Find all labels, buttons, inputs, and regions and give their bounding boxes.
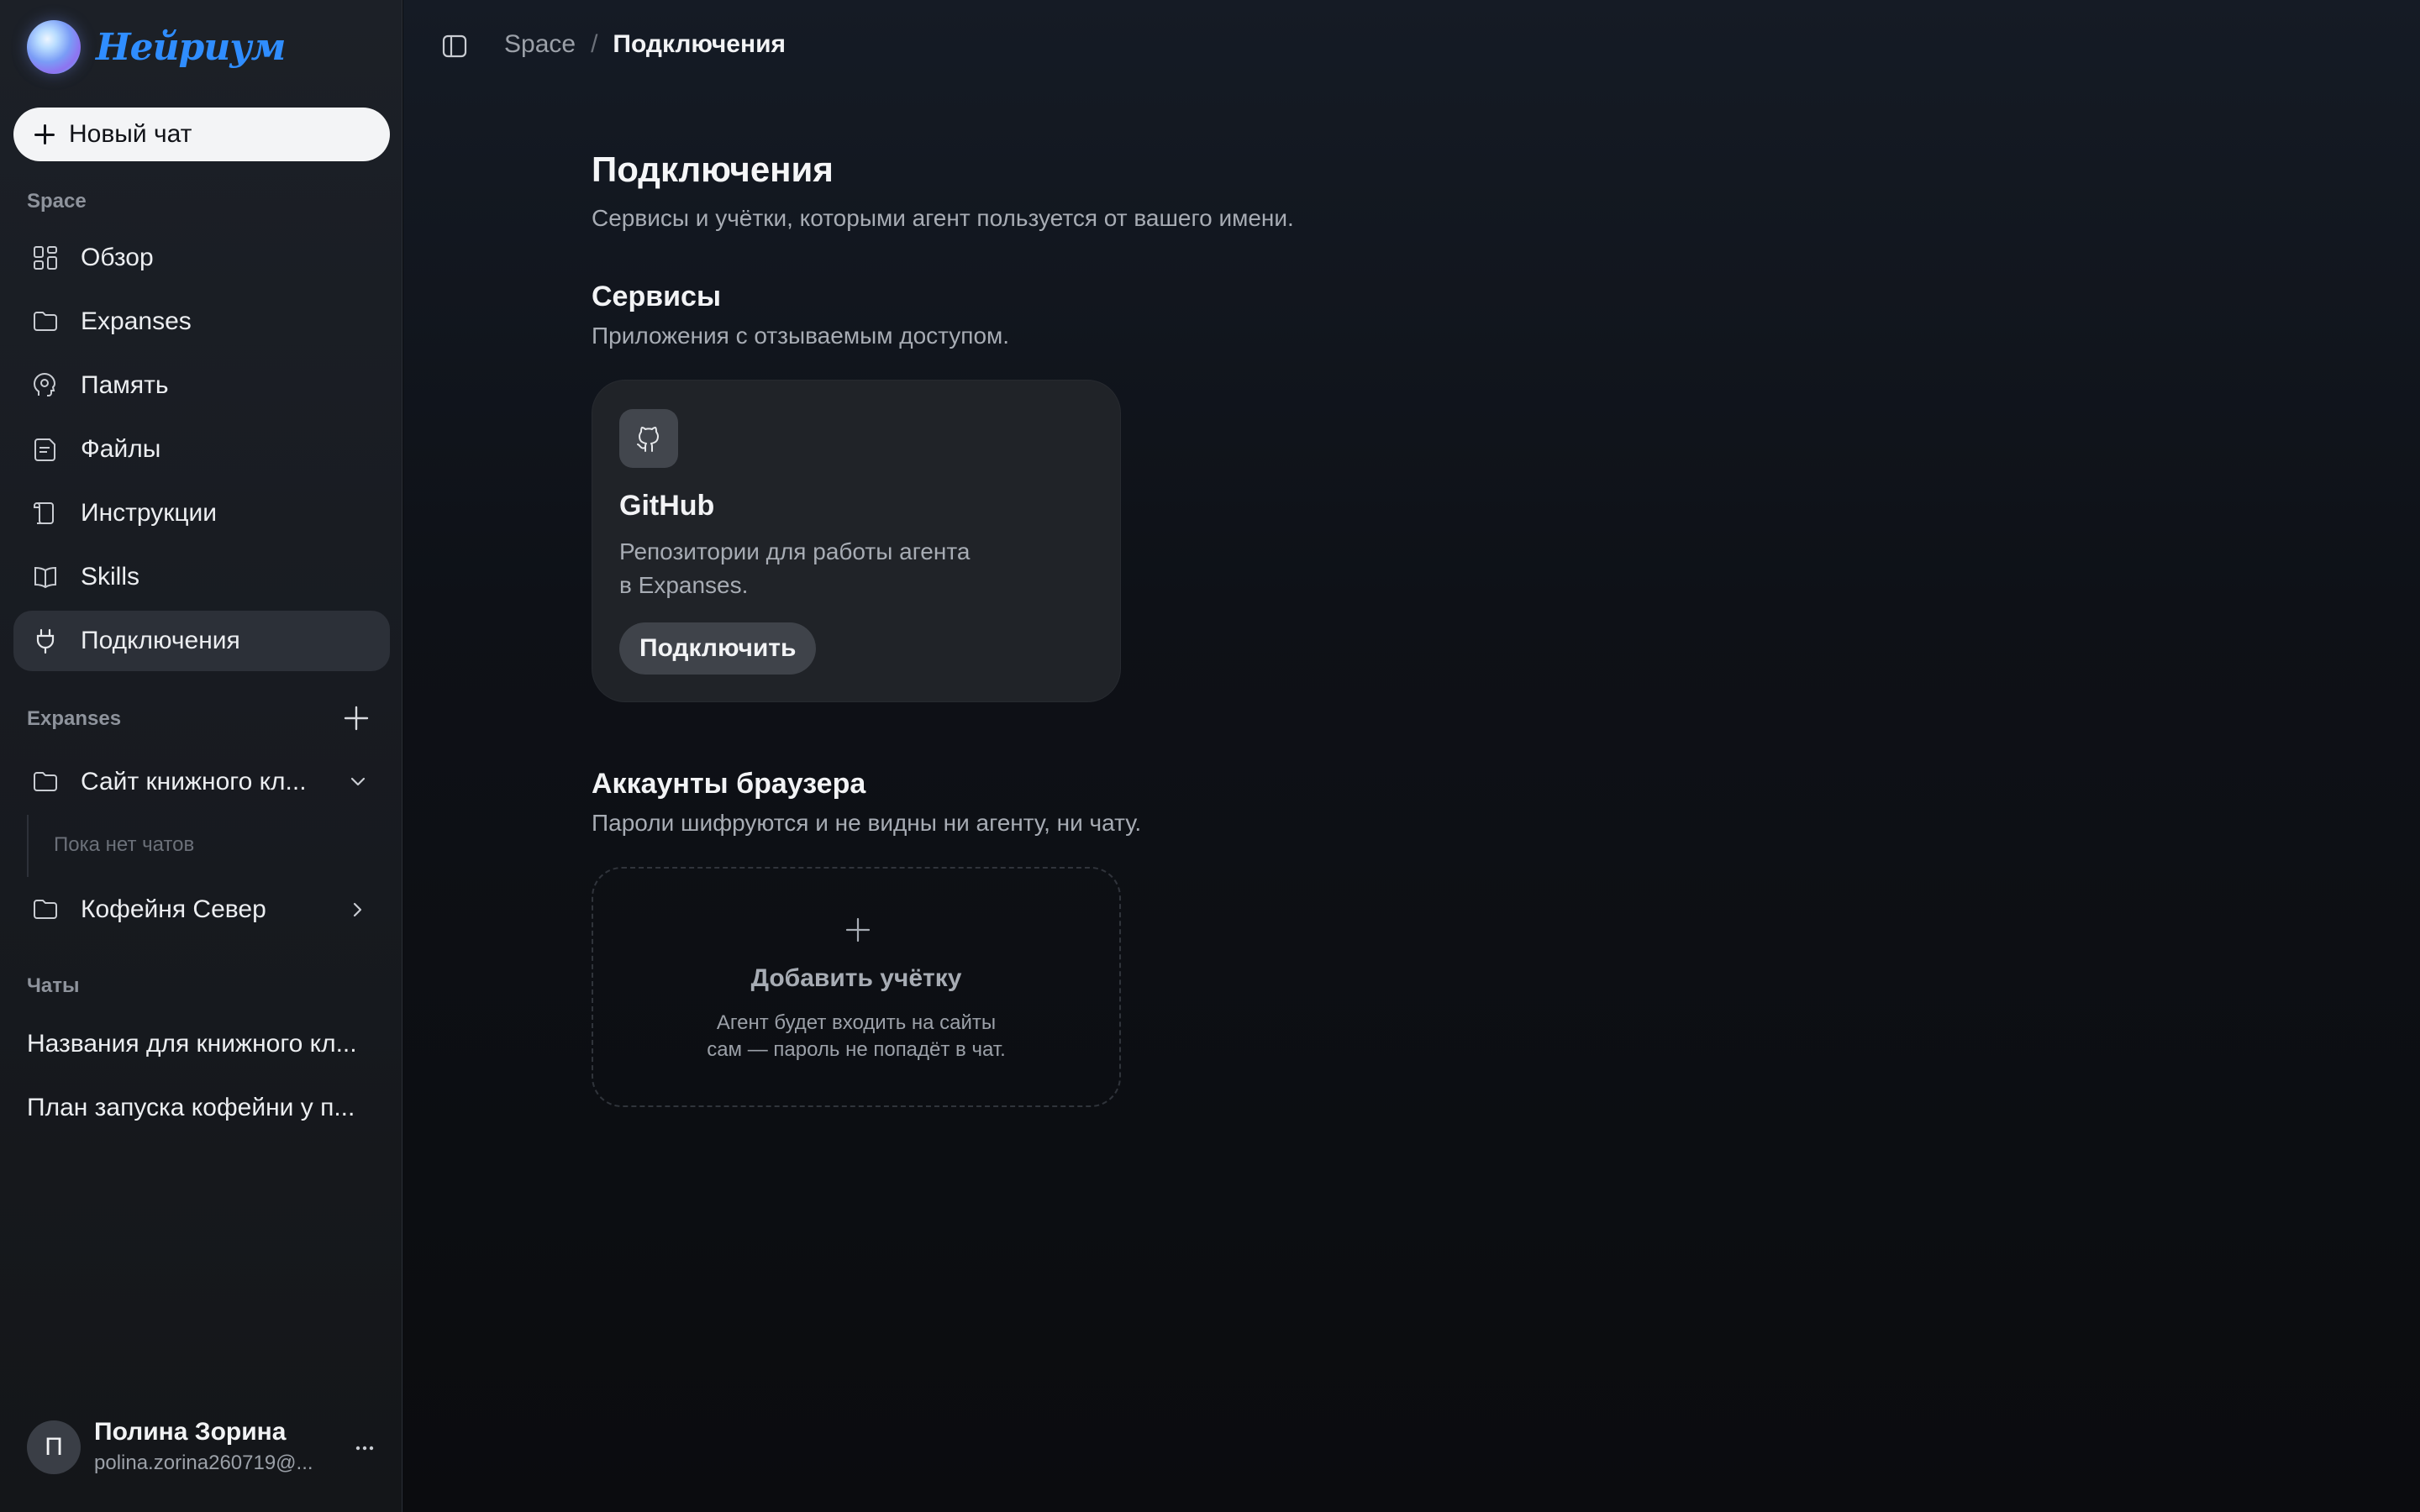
main-content: Space / Подключения Подключения Сервисы … xyxy=(403,0,2420,1512)
book-icon xyxy=(30,562,60,592)
sidebar-item-label: Обзор xyxy=(81,244,154,271)
sidebar-item-files[interactable]: Файлы xyxy=(13,419,390,480)
brand-logo[interactable]: Нейриум xyxy=(27,20,286,74)
plus-icon xyxy=(845,917,871,942)
sidebar-item-connections[interactable]: Подключения xyxy=(13,611,390,671)
browser-accounts-subtitle: Пароли шифруются и не видны ни агенту, н… xyxy=(592,810,1142,836)
avatar: П xyxy=(27,1420,81,1474)
tree-line xyxy=(27,815,29,877)
sidebar-item-label: Expanses xyxy=(81,307,192,335)
sidebar-item-expanses[interactable]: Expanses xyxy=(13,291,390,352)
chevron-down-icon[interactable] xyxy=(346,770,370,794)
connect-github-button[interactable]: Подключить xyxy=(619,622,817,675)
grid-icon xyxy=(30,243,60,273)
sidebar-item-skills[interactable]: Skills xyxy=(13,547,390,607)
file-icon xyxy=(30,434,60,465)
instructions-icon xyxy=(30,498,60,528)
services-subtitle: Приложения с отзываемым доступом. xyxy=(592,323,1010,349)
service-description-line: в Expanses. xyxy=(619,572,749,598)
breadcrumb: Space / Подключения xyxy=(504,30,786,59)
sidebar-toggle-icon[interactable] xyxy=(440,32,469,60)
breadcrumb-current: Подключения xyxy=(613,30,786,58)
plus-icon xyxy=(34,123,55,145)
sidebar-item-label: Подключения xyxy=(81,627,240,654)
service-description-line: Репозитории для работы агента xyxy=(619,538,971,564)
expanse-label: Кофейня Север xyxy=(81,895,266,923)
user-profile[interactable]: П Полина Зорина polina.zorina260719@... xyxy=(27,1418,388,1477)
breadcrumb-space[interactable]: Space xyxy=(504,30,576,59)
add-account-description-line: сам — пароль не попадёт в чат. xyxy=(707,1038,1006,1061)
add-account-card[interactable]: Добавить учётку Агент будет входить на с… xyxy=(592,867,1121,1107)
add-account-description-line: Агент будет входить на сайты xyxy=(716,1011,997,1034)
add-expanse-plus-icon[interactable] xyxy=(342,704,371,732)
services-title: Сервисы xyxy=(592,281,721,312)
sidebar-item-instructions[interactable]: Инструкции xyxy=(13,483,390,543)
service-description: Репозитории для работы агента в Expanses… xyxy=(619,535,1039,602)
expanse-item-book-club-site[interactable]: Сайт книжного кл... xyxy=(13,752,390,812)
sidebar-item-label: Инструкции xyxy=(81,499,218,527)
service-name: GitHub xyxy=(619,490,715,522)
user-email: polina.zorina260719@... xyxy=(94,1452,313,1474)
more-icon[interactable] xyxy=(353,1436,376,1460)
chevron-right-icon[interactable] xyxy=(346,898,370,921)
expanses-section-label: Expanses xyxy=(27,707,122,730)
page-title: Подключения xyxy=(592,150,834,189)
expanse-item-coffee-north[interactable]: Кофейня Север xyxy=(13,879,390,940)
new-chat-button[interactable]: Новый чат xyxy=(13,108,390,161)
user-name: Полина Зорина xyxy=(94,1418,287,1446)
page-subtitle: Сервисы и учётки, которыми агент пользуе… xyxy=(592,205,1294,231)
github-service-card: GitHub Репозитории для работы агента в E… xyxy=(592,380,1121,702)
folder-icon xyxy=(30,895,60,925)
breadcrumb-separator: / xyxy=(591,30,598,58)
add-account-description: Агент будет входить на сайты сам — парол… xyxy=(593,1010,1119,1063)
add-account-title: Добавить учётку xyxy=(750,964,962,992)
sidebar-item-label: Skills xyxy=(81,563,140,591)
sidebar-item-label: Файлы xyxy=(81,435,161,463)
sidebar: Нейриум Новый чат Space Обзор Expanses П… xyxy=(0,0,402,1512)
expanse-label: Сайт книжного кл... xyxy=(81,768,307,795)
brain-icon xyxy=(30,370,60,401)
new-chat-label: Новый чат xyxy=(69,120,192,148)
empty-chats-text: Пока нет чатов xyxy=(54,833,195,856)
brand-name: Нейриум xyxy=(96,25,286,69)
browser-accounts-title: Аккаунты браузера xyxy=(592,768,866,800)
folder-icon xyxy=(30,767,60,797)
github-icon xyxy=(619,409,678,468)
sidebar-item-label: Память xyxy=(81,371,169,399)
logo-orb-icon xyxy=(27,20,81,74)
chat-item[interactable]: Названия для книжного кл... xyxy=(27,1030,380,1058)
sidebar-item-memory[interactable]: Память xyxy=(13,355,390,416)
chat-item[interactable]: План запуска кофейни у п... xyxy=(27,1094,380,1122)
folder-icon xyxy=(30,307,60,337)
space-section-label: Space xyxy=(27,190,87,213)
chats-section-label: Чаты xyxy=(27,974,80,997)
plug-icon xyxy=(30,626,60,656)
sidebar-item-overview[interactable]: Обзор xyxy=(13,228,390,288)
